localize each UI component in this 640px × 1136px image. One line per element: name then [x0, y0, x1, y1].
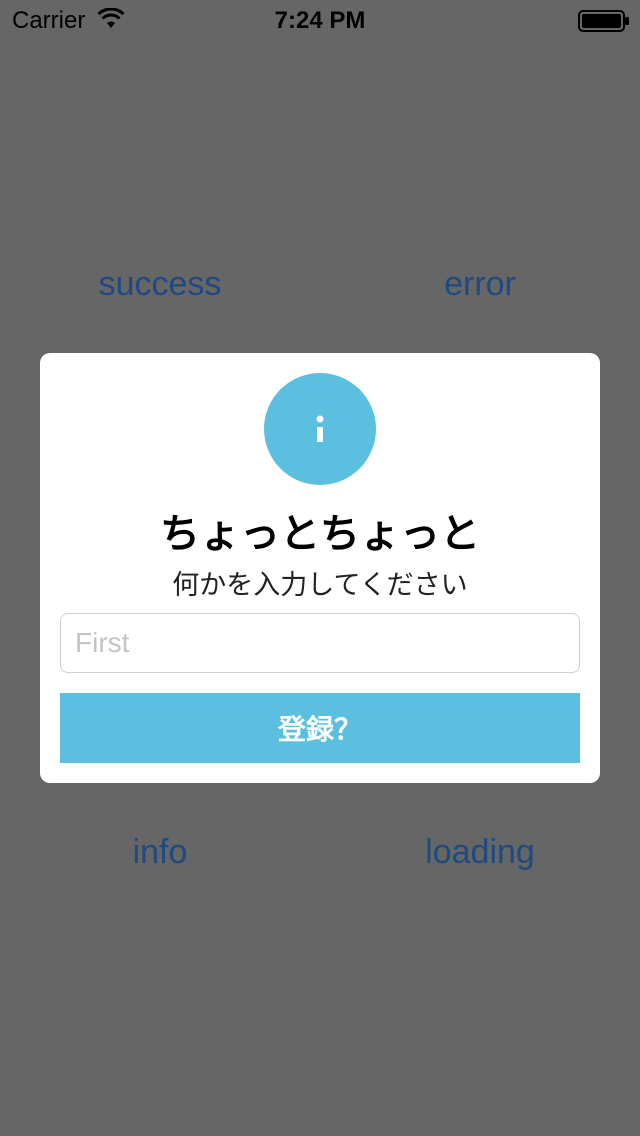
- success-button[interactable]: success: [0, 264, 320, 304]
- alert-dialog: ちょっとちょっと 何かを入力してください 登録？: [40, 353, 600, 783]
- register-button[interactable]: 登録？: [60, 693, 580, 763]
- status-time: 7:24 PM: [274, 7, 366, 34]
- battery-icon: [578, 10, 629, 32]
- first-input[interactable]: [60, 613, 580, 673]
- loading-button[interactable]: loading: [320, 832, 640, 872]
- info-icon: [264, 373, 376, 485]
- alert-subtitle: 何かを入力してください: [172, 570, 468, 601]
- error-button[interactable]: error: [320, 264, 640, 304]
- info-button[interactable]: info: [0, 832, 320, 872]
- status-bar: Carrier 7:24 PM: [0, 0, 640, 40]
- alert-title: ちょっとちょっと: [160, 511, 480, 557]
